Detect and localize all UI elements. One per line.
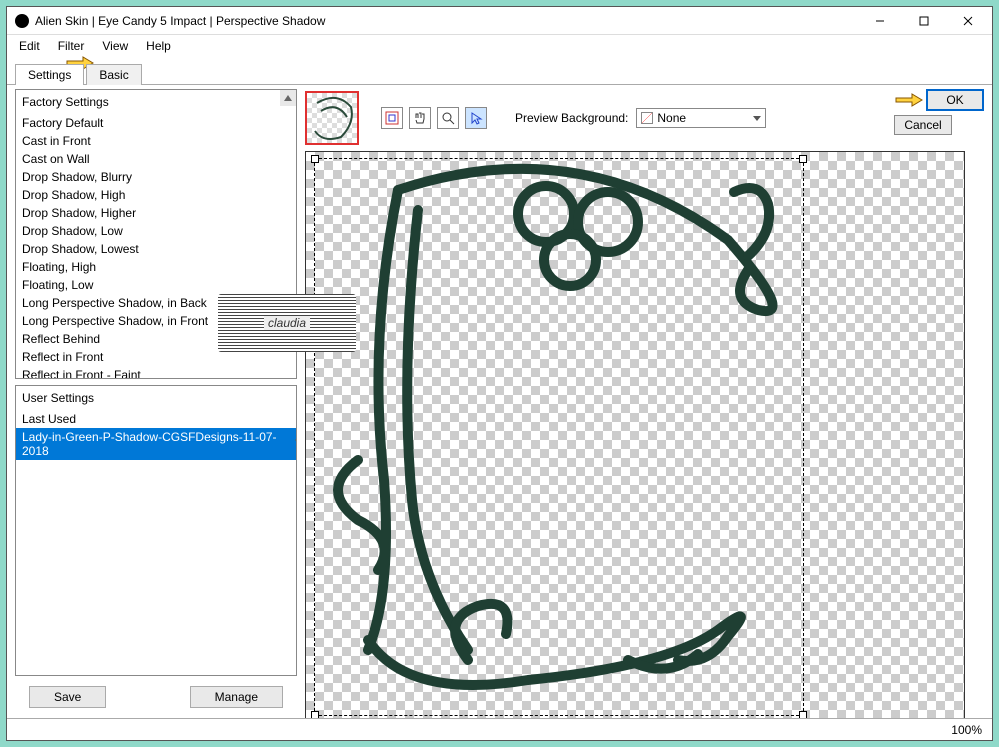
manage-button[interactable]: Manage [190,686,283,708]
menubar: Edit Filter View Help [7,35,992,57]
close-button[interactable] [946,8,990,34]
list-item[interactable]: Last Used [16,410,296,428]
list-item[interactable]: Drop Shadow, Higher [16,204,296,222]
scroll-up-icon[interactable] [280,90,296,106]
pointer-hand-icon [894,90,924,110]
tab-settings[interactable]: Settings [15,64,84,85]
preview-canvas[interactable]: claudia [305,151,965,718]
list-item[interactable]: Floating, High [16,258,296,276]
minimize-button[interactable] [858,8,902,34]
list-item[interactable]: Drop Shadow, Blurry [16,168,296,186]
preset-buttons: Save Manage [15,682,297,714]
artwork-swirl [328,160,798,706]
factory-header: Factory Settings [16,90,296,114]
pointer-hand-icon [294,430,297,450]
user-header: User Settings [16,386,296,410]
canvas-area: claudia [305,151,984,718]
zoom-tool-icon[interactable] [437,107,459,129]
list-item[interactable]: Cast in Front [16,132,296,150]
list-item[interactable]: Factory Default [16,114,296,132]
preview-thumbnail[interactable] [305,91,359,145]
menu-view[interactable]: View [100,37,130,55]
titlebar: Alien Skin | Eye Candy 5 Impact | Perspe… [7,7,992,35]
handle-se[interactable] [799,711,807,718]
list-item[interactable]: Drop Shadow, Lowest [16,240,296,258]
window-title: Alien Skin | Eye Candy 5 Impact | Perspe… [35,14,858,28]
right-panel: Preview Background: None OK Cancel [305,89,984,714]
no-bg-swatch-icon [641,112,653,124]
user-settings-list[interactable]: User Settings Last UsedLady-in-Green-P-S… [15,385,297,676]
navigator-tool-icon[interactable] [381,107,403,129]
list-item[interactable]: Lady-in-Green-P-Shadow-CGSFDesigns-11-07… [16,428,296,460]
plugin-window: Alien Skin | Eye Candy 5 Impact | Perspe… [6,6,993,741]
handle-sw[interactable] [311,711,319,718]
menu-edit[interactable]: Edit [17,37,42,55]
statusbar: 100% [7,718,992,740]
menu-help[interactable]: Help [144,37,173,55]
preview-bg-label: Preview Background: [515,111,628,125]
preview-bg-select[interactable]: None [636,108,766,128]
arrow-tool-icon[interactable] [465,107,487,129]
list-item[interactable]: Reflect in Front - Faint [16,366,296,379]
cancel-button[interactable]: Cancel [894,115,952,135]
save-button[interactable]: Save [29,686,106,708]
body: Factory Settings Factory DefaultCast in … [7,85,992,718]
maximize-button[interactable] [902,8,946,34]
list-item[interactable]: Floating, Low [16,276,296,294]
app-icon [15,14,29,28]
list-item[interactable]: Cast on Wall [16,150,296,168]
hand-tool-icon[interactable] [409,107,431,129]
ok-button[interactable]: OK [926,89,984,111]
preview-bg-value: None [657,111,686,125]
tab-basic[interactable]: Basic [86,64,141,85]
list-item[interactable]: Drop Shadow, High [16,186,296,204]
dialog-buttons: OK Cancel [894,89,984,135]
zoom-level: 100% [951,723,982,737]
handle-ne[interactable] [799,155,807,163]
handle-nw[interactable] [311,155,319,163]
tabbar: Settings Basic [7,63,992,85]
left-panel: Factory Settings Factory DefaultCast in … [15,89,297,714]
list-item[interactable]: Drop Shadow, Low [16,222,296,240]
preview-toolbar: Preview Background: None OK Cancel [305,89,984,147]
